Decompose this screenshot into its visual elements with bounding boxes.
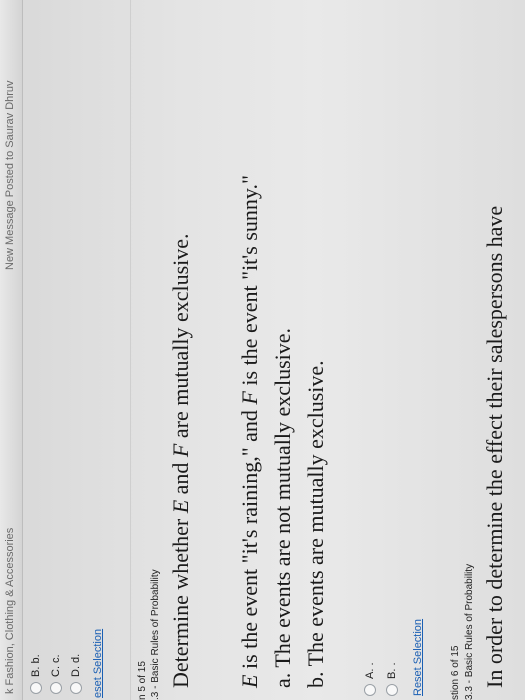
question-section: 3.3 - Basic Rules of Probability	[464, 563, 475, 700]
choice-a-text: a. The events are not mutually exclusive…	[270, 327, 295, 688]
divider	[130, 0, 131, 700]
question-section: .3 - Basic Rules of Probability	[150, 569, 161, 700]
radio-icon[interactable]	[364, 684, 376, 696]
prompt-e: E	[168, 499, 193, 514]
tab-fashion[interactable]: k Fashion, Clothing & Accessories	[4, 528, 16, 694]
prompt-pre: Determine whether	[168, 513, 193, 688]
option-b[interactable]: B. b.	[30, 654, 42, 694]
option-label: B. .	[386, 662, 398, 679]
given-text2: is the event "it's sunny."	[237, 175, 262, 392]
radio-icon[interactable]	[30, 682, 42, 694]
given-text1: is the event "it's raining," and	[237, 404, 262, 675]
option-c[interactable]: C. c.	[50, 654, 62, 694]
reset-selection-link[interactable]: Reset Selection	[412, 619, 424, 696]
option-label: D. d.	[70, 653, 82, 677]
choice-b-text: b. The events are mutually exclusive.	[303, 360, 328, 688]
answer-option-a[interactable]: A. .	[364, 662, 376, 696]
reset-selection-link[interactable]: eset Selection	[92, 629, 104, 698]
given-statement: E is the event "it's raining," and F is …	[237, 175, 263, 688]
radio-icon[interactable]	[50, 682, 62, 694]
option-label: A. .	[364, 662, 376, 679]
prompt-mid: and	[168, 457, 193, 500]
prompt-post: are mutually exclusive.	[168, 233, 193, 444]
option-label: C. c.	[50, 654, 62, 677]
tab-new-message[interactable]: New Message Posted to Saurav Dhruv	[4, 80, 16, 270]
question-number: stion 6 of 15	[450, 645, 461, 700]
question-prompt: Determine whether E and F are mutually e…	[168, 233, 194, 688]
given-f: F	[237, 391, 262, 405]
question-number: n 5 of 15	[137, 661, 148, 700]
prompt-f: F	[168, 443, 193, 458]
given-e: E	[237, 674, 262, 688]
option-d[interactable]: D. d.	[70, 654, 82, 694]
rotated-page: k Fashion, Clothing & Accessories New Me…	[0, 0, 525, 700]
screen: k Fashion, Clothing & Accessories New Me…	[0, 0, 525, 700]
answer-option-b[interactable]: B. .	[386, 662, 398, 696]
question6-prompt: In order to determine the effect their s…	[482, 205, 507, 688]
radio-icon[interactable]	[70, 682, 82, 694]
radio-icon[interactable]	[386, 684, 398, 696]
option-label: B. b.	[30, 654, 42, 677]
